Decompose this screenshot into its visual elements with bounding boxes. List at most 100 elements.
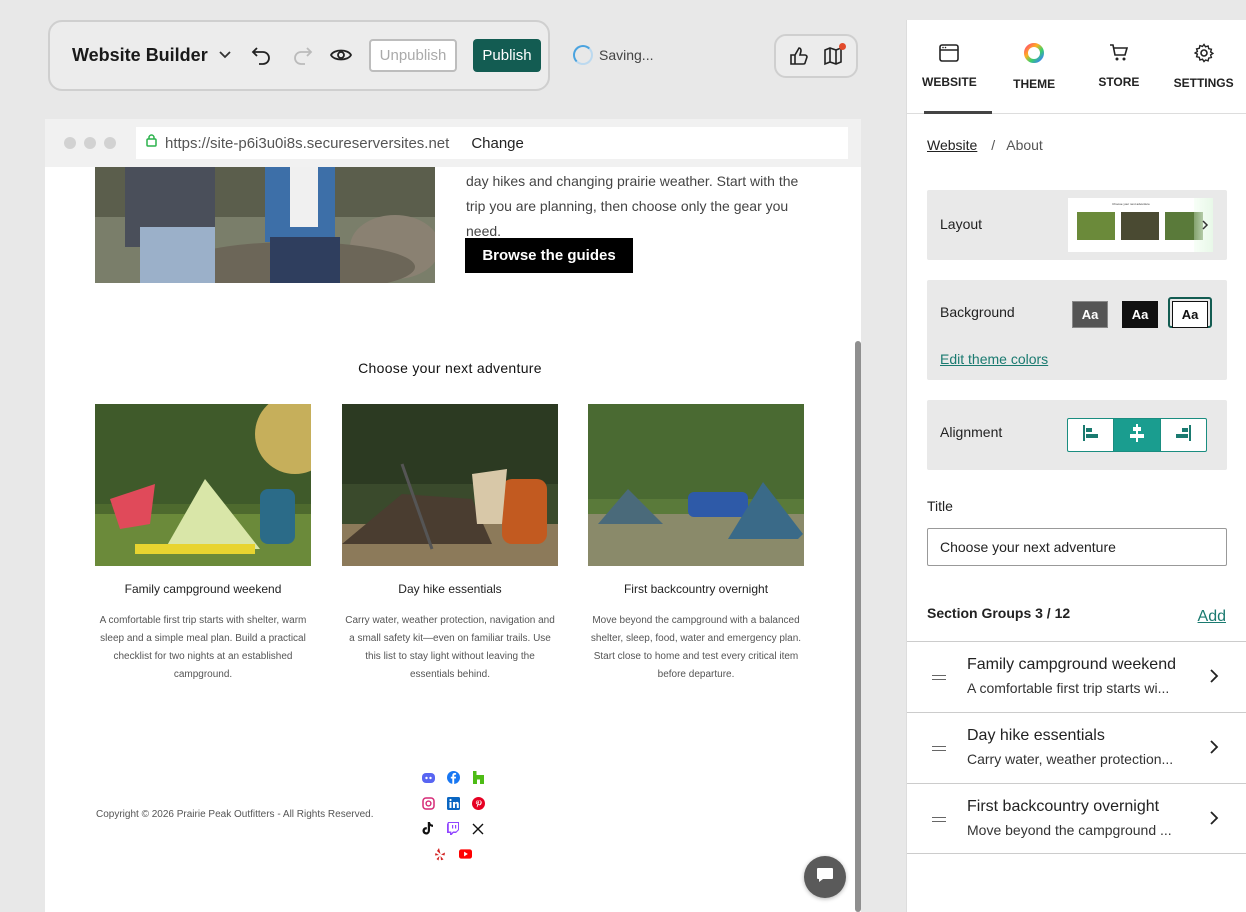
change-domain-link[interactable]: Change [471,135,524,152]
card-description: Carry water, weather protection, navigat… [345,615,555,680]
discord-icon[interactable] [421,771,435,784]
background-swatch-black[interactable]: Aa [1122,301,1158,328]
align-center-button[interactable] [1114,419,1161,451]
drag-handle-icon[interactable] [932,746,946,751]
breadcrumb-website-link[interactable]: Website [927,137,977,153]
group-description: A comfortable first trip starts wi... [967,680,1170,696]
group-title: First backcountry overnight [967,798,1160,815]
instagram-icon[interactable] [421,797,435,810]
alignment-setting: Alignment [927,400,1227,470]
twitch-icon[interactable] [447,822,460,836]
yelp-icon[interactable] [434,847,447,861]
social-links [413,765,493,867]
alignment-control [1067,418,1207,452]
align-right-button[interactable] [1161,419,1206,451]
tab-theme[interactable]: THEME [992,20,1077,113]
color-wheel-icon [1023,42,1045,67]
lock-icon [146,134,157,152]
chevron-right-icon [1209,668,1219,689]
title-input[interactable]: Choose your next adventure [927,528,1227,566]
tab-label: THEME [1013,77,1056,91]
site-canvas: day hikes and changing prairie weather. … [45,167,855,912]
tab-label: WEBSITE [922,75,977,89]
breadcrumb: Website / About [927,137,1043,153]
window-dot [84,137,96,149]
chat-icon [816,867,834,888]
pinterest-icon[interactable] [471,796,485,810]
chevron-right-icon [1201,218,1209,236]
card-title: Family campground weekend [124,582,282,596]
editor-panel: WEBSITE THEME STORE SETTINGS Website / A… [906,20,1246,912]
tab-label: STORE [1098,75,1140,89]
preview-eye-icon[interactable] [330,44,352,66]
edit-theme-colors-link[interactable]: Edit theme colors [940,351,1048,367]
map-icon[interactable] [822,43,846,67]
card-image [95,404,311,566]
houzz-icon[interactable] [472,771,485,785]
window-dot [104,137,116,149]
card-family-campground[interactable]: Family campground weekend A comfortable … [95,404,311,684]
align-left-button[interactable] [1068,419,1115,451]
toolbar-title: Website Builder [72,45,208,65]
unpublish-button[interactable]: Unpublish [369,39,457,72]
breadcrumb-current: About [1006,137,1043,153]
card-image [588,404,804,566]
x-icon[interactable] [472,822,485,835]
site-url: https://site-p6i3u0i8s.secureserversites… [165,134,450,152]
drag-handle-icon[interactable] [932,675,946,680]
section-group-item[interactable]: Family campground weekend A comfortable … [907,641,1246,712]
save-status: Saving... [573,45,653,65]
card-title: Day hike essentials [398,582,502,596]
tab-website[interactable]: WEBSITE [907,20,992,114]
card-description: A comfortable first trip starts with she… [99,615,307,680]
add-section-group-link[interactable]: Add [1198,608,1226,626]
facebook-icon[interactable] [446,771,460,785]
group-description: Move beyond the campground ... [967,822,1172,838]
layout-thumbnail[interactable]: Choose your next adventure [1068,198,1213,252]
hero-image[interactable] [95,167,435,283]
drag-handle-icon[interactable] [932,817,946,822]
group-title: Family campground weekend [967,656,1176,673]
window-dot [64,137,76,149]
redo-icon[interactable] [291,44,313,66]
group-description: Carry water, weather protection... [967,751,1174,767]
tab-store[interactable]: STORE [1077,20,1162,113]
section-group-item[interactable]: Day hike essentials Carry water, weather… [907,712,1246,783]
hero-text: day hikes and changing prairie weather. … [466,173,799,239]
background-swatch-gray[interactable]: Aa [1072,301,1108,328]
tab-label: SETTINGS [1173,76,1234,90]
chevron-down-icon [218,45,232,66]
card-backcountry[interactable]: First backcountry overnight Move beyond … [588,404,804,684]
youtube-icon[interactable] [459,848,472,861]
section-groups-heading: Section Groups 3 / 12 [927,605,1071,621]
chat-bubble-button[interactable] [804,856,846,898]
publish-button[interactable]: Publish [473,39,541,72]
preview-scrollbar[interactable] [855,341,861,912]
builder-toolbar: Website Builder Unpublish Publish [48,20,550,91]
section-group-item[interactable]: First backcountry overnight Move beyond … [907,783,1246,854]
gear-icon [1193,43,1214,66]
browse-guides-button[interactable]: Browse the guides [465,238,633,273]
tiktok-icon[interactable] [422,822,435,835]
title-field-label: Title [927,498,953,514]
align-left-icon [1082,424,1100,446]
tab-settings[interactable]: SETTINGS [1161,20,1246,113]
undo-icon[interactable] [251,44,273,66]
thumbs-up-icon[interactable] [788,45,810,67]
loading-spinner-icon [573,45,593,65]
background-setting: Background Aa Aa Aa Edit theme colors [927,280,1227,380]
breadcrumb-separator: / [991,137,996,153]
card-description: Move beyond the campground with a balanc… [590,615,802,680]
section-title[interactable]: Choose your next adventure [45,360,855,376]
url-box: https://site-p6i3u0i8s.secureserversites… [136,127,848,159]
alignment-label: Alignment [940,424,1003,440]
layout-setting: Layout Choose your next adventure [927,190,1227,260]
card-title: First backcountry overnight [623,582,769,596]
site-switcher[interactable]: Website Builder [72,45,232,66]
card-day-hike[interactable]: Day hike essentials Carry water, weather… [342,404,558,684]
layout-label: Layout [940,216,983,232]
panel-tabs: WEBSITE THEME STORE SETTINGS [907,20,1246,114]
linkedin-icon[interactable] [446,796,460,810]
background-swatch-white[interactable]: Aa [1172,301,1208,328]
secondary-tools [774,34,858,78]
